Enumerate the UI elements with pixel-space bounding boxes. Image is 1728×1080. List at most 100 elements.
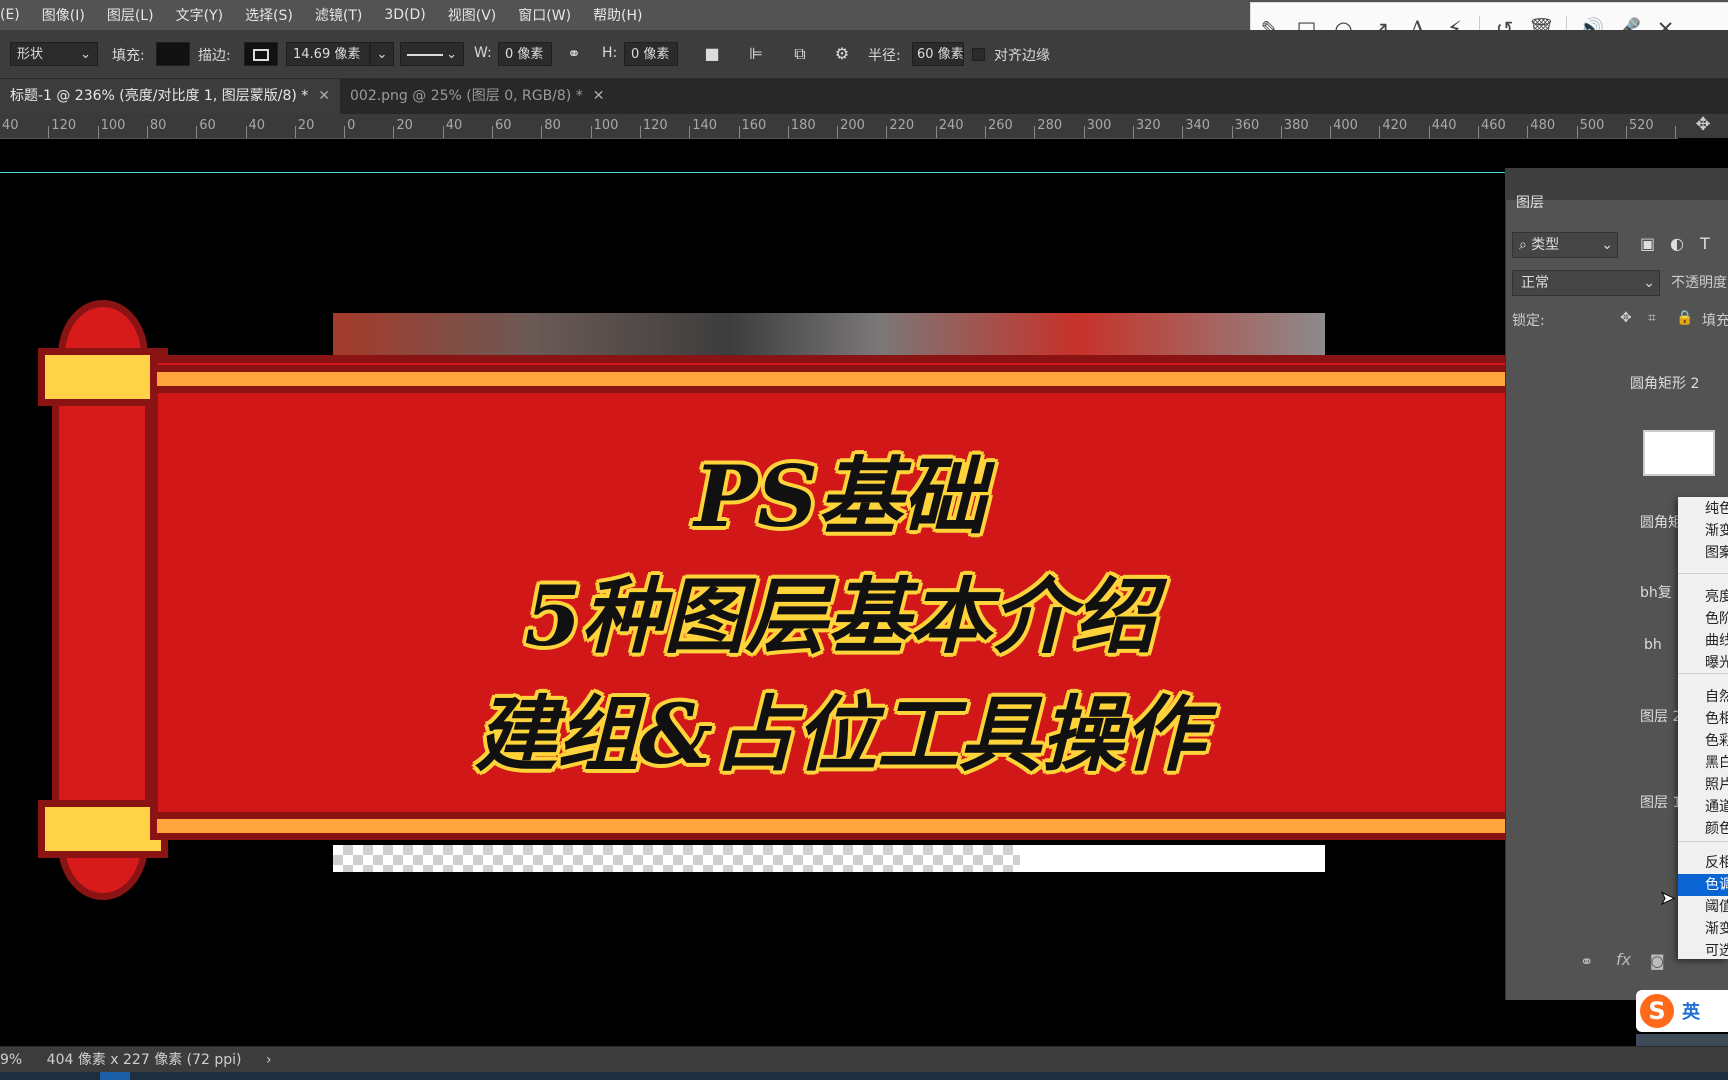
context-menu-item[interactable]: 亮度 [1678, 586, 1728, 608]
ruler-tick-mark [590, 126, 592, 138]
blend-mode-select[interactable]: 正常 ⌄ [1512, 270, 1660, 296]
menu-separator [1678, 841, 1728, 842]
context-menu-item[interactable]: 阈值 [1678, 896, 1728, 918]
fx-icon[interactable]: fx [1616, 950, 1631, 969]
ime-indicator[interactable]: S 英 [1636, 990, 1728, 1032]
context-menu-item[interactable]: 色调 [1678, 874, 1728, 896]
context-menu-item[interactable]: 颜色 [1678, 818, 1728, 840]
ruler-tick-mark [689, 126, 691, 138]
ruler-tick-label: 40 [2, 118, 19, 133]
tab-document-2[interactable]: 002.png @ 25% (图层 0, RGB/8) * ✕ [340, 79, 614, 114]
stroke-preview [253, 49, 269, 61]
chevron-down-icon: ⌄ [1643, 275, 1655, 291]
width-input[interactable]: 0 像素 [498, 42, 552, 66]
context-menu-item[interactable]: 可选 [1678, 940, 1728, 962]
context-menu-item[interactable]: 色阶 [1678, 608, 1728, 630]
layer-name[interactable]: 图层 2 [1640, 706, 1678, 726]
gear-icon[interactable]: ⚙ [830, 42, 854, 66]
horizontal-ruler[interactable]: 40 120 100 80 60 40 20 0 20 40 60 80 100 120 140 160 180… [0, 114, 1678, 139]
context-menu-item[interactable]: 图案 [1678, 542, 1728, 564]
fill-label: 填充 [1702, 313, 1728, 329]
ruler-tick-mark [1231, 126, 1233, 138]
menu-separator [1678, 573, 1728, 574]
path-operations-icon[interactable]: ■ [700, 42, 724, 66]
close-icon[interactable]: ✕ [318, 88, 330, 104]
ruler-tick-label: 0 [347, 118, 356, 133]
menu-help[interactable]: 帮助(H) [593, 5, 642, 25]
menu-layer[interactable]: 图层(L) [107, 5, 154, 25]
lock-label: 锁定: [1512, 313, 1545, 329]
path-alignment-icon[interactable]: ⊫ [744, 42, 768, 66]
context-menu-item[interactable]: 照片 [1678, 774, 1728, 796]
menu-filter[interactable]: 滤镜(T) [315, 5, 362, 25]
stroke-type-select[interactable]: ⌄ [400, 42, 464, 66]
top-stripe [150, 365, 1520, 393]
context-menu-item[interactable]: 纯色 [1678, 498, 1728, 520]
radius-input[interactable]: 60 像素 [912, 42, 964, 66]
menu-view[interactable]: 视图(V) [448, 5, 497, 25]
context-menu-item[interactable]: 曲线 [1678, 630, 1728, 652]
stroke-swatch[interactable] [244, 42, 278, 66]
mask-icon[interactable]: ◙ [1650, 952, 1665, 970]
menu-window[interactable]: 窗口(W) [518, 5, 571, 25]
align-edges-checkbox[interactable] [972, 48, 985, 61]
document-tabs: 标题-1 @ 236% (亮度/对比度 1, 图层蒙版/8) * ✕ 002.pn… [0, 79, 1728, 114]
width-label: W: [474, 45, 492, 61]
chevron-down-icon[interactable]: ⌄ [370, 42, 394, 66]
context-menu-item[interactable]: 自然 [1678, 686, 1728, 708]
menu-type[interactable]: 文字(Y) [176, 5, 223, 25]
ruler-tick-label: 220 [889, 118, 915, 133]
context-menu-item[interactable]: 曝光 [1678, 652, 1728, 674]
shape-mode-select[interactable]: 形状 ⌄ [10, 42, 98, 66]
menu-edit[interactable]: (E) [0, 7, 20, 23]
fill-swatch[interactable] [156, 42, 190, 66]
guide-line[interactable] [0, 172, 1510, 173]
layer-name[interactable]: 圆角矩形 2 [1630, 373, 1699, 393]
status-expand-arrow[interactable]: › [266, 1052, 272, 1068]
context-menu-item[interactable]: 黑白 [1678, 752, 1728, 774]
layer-filter-select[interactable]: ⌕ 类型 ⌄ [1512, 232, 1618, 258]
lock-all-icon[interactable]: 🔒 [1676, 310, 1693, 326]
layer-name[interactable]: bh [1644, 637, 1678, 653]
tab-document-1[interactable]: 标题-1 @ 236% (亮度/对比度 1, 图层蒙版/8) * ✕ [0, 79, 340, 114]
move-icon[interactable]: ✥ [1678, 114, 1728, 138]
adjustment-filter-icon[interactable]: ◐ [1670, 234, 1684, 253]
layer-thumbnail[interactable] [1643, 430, 1715, 476]
layer-name[interactable]: bh复 [1640, 582, 1678, 602]
zoom-level[interactable]: 9% [0, 1052, 22, 1068]
path-arrangement-icon[interactable]: ⧉ [788, 42, 812, 66]
link-layers-icon[interactable]: ⚭ [1580, 952, 1593, 971]
menu-3d[interactable]: 3D(D) [384, 7, 425, 23]
shape-mode-value: 形状 [17, 47, 44, 62]
menu-image[interactable]: 图像(I) [42, 5, 85, 25]
context-menu-item[interactable]: 色彩 [1678, 730, 1728, 752]
align-edges-label: 对齐边缘 [994, 48, 1050, 64]
layer-name[interactable]: 圆角矩 [1640, 512, 1678, 532]
context-menu-item[interactable]: 色相 [1678, 708, 1728, 730]
context-menu-item[interactable]: 通道 [1678, 796, 1728, 818]
lock-artboard-icon[interactable]: ⌗ [1648, 310, 1656, 326]
stroke-width-input[interactable]: 14.69 像素 [286, 42, 370, 66]
ruler-tick-mark [787, 126, 789, 138]
height-input[interactable]: 0 像素 [624, 42, 678, 66]
link-icon[interactable]: ⚭ [562, 42, 586, 66]
context-menu-item[interactable]: 渐变 [1678, 918, 1728, 940]
context-menu-item[interactable]: 反相 [1678, 852, 1728, 874]
close-icon[interactable]: ✕ [593, 88, 605, 104]
image-filter-icon[interactable]: ▣ [1640, 234, 1655, 253]
ruler-tick-label: 120 [642, 118, 668, 133]
layers-tab[interactable]: 图层 [1516, 192, 1544, 212]
ruler-tick-label: 480 [1530, 118, 1556, 133]
lock-move-icon[interactable]: ✥ [1620, 310, 1632, 326]
menu-select[interactable]: 选择(S) [245, 5, 293, 25]
type-filter-icon[interactable]: T [1700, 234, 1710, 253]
ime-language: 英 [1682, 1002, 1700, 1023]
canvas-white-area [1020, 845, 1325, 872]
ruler-tick-mark [1576, 126, 1578, 138]
context-menu-item[interactable]: 渐变 [1678, 520, 1728, 542]
chevron-down-icon: ⌄ [1601, 237, 1613, 253]
layer-name[interactable]: 图层 1 [1640, 792, 1678, 812]
stroke-label: 描边: [198, 48, 231, 64]
sogou-logo-icon: S [1640, 994, 1674, 1028]
ruler-tick-mark [294, 126, 296, 138]
